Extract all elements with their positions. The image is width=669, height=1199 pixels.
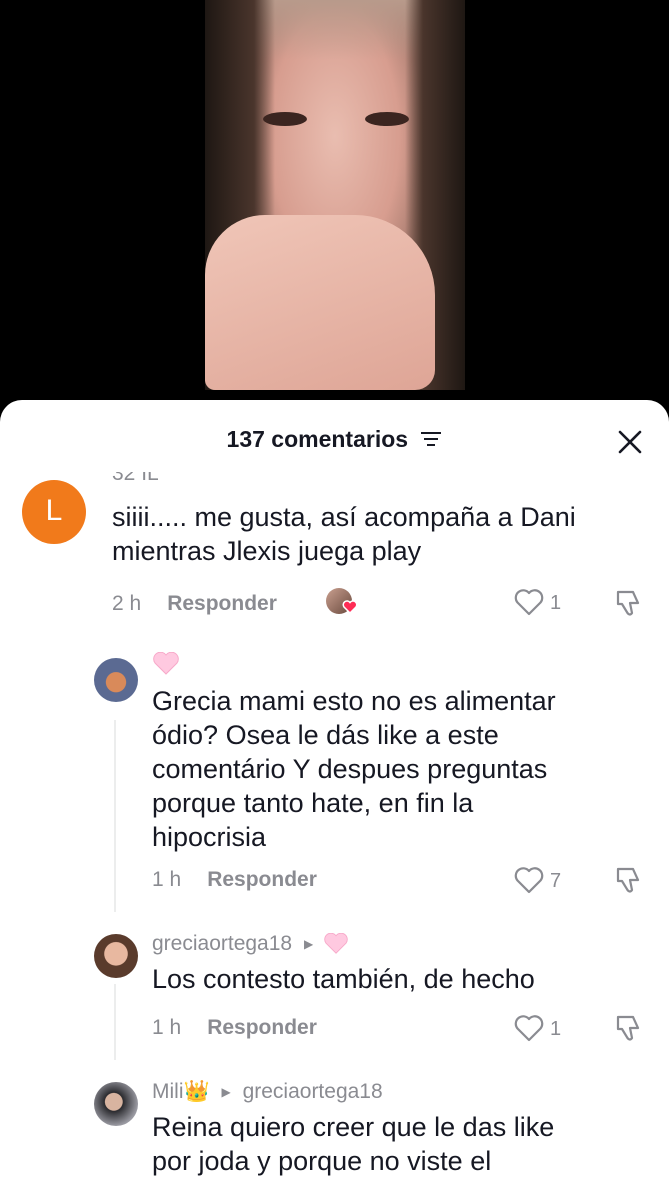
comment-text: Grecia mami esto no es alimentar ódio? O… <box>152 684 556 854</box>
pink-heart-emoji-icon <box>153 652 179 675</box>
dislike-icon[interactable] <box>612 1012 644 1044</box>
comment-count-label: 137 comentarios <box>226 426 409 452</box>
thread-line <box>114 720 116 912</box>
reply-button[interactable]: Responder <box>207 868 317 891</box>
thread-line <box>114 984 116 1060</box>
avatar[interactable] <box>94 1082 138 1126</box>
comment-text-line: siiii..... me gusta, así acompaña a Dani <box>112 502 576 532</box>
triangle-right-icon: ▶ <box>303 937 314 951</box>
heart-icon <box>514 589 544 616</box>
avatar[interactable] <box>94 658 138 702</box>
comment-time: 1 h <box>152 868 182 891</box>
comment-meta: 2 h Responder <box>112 592 277 616</box>
reply-to-username[interactable]: greciaortega18 <box>243 1080 383 1103</box>
comment-text: siiii..... me gusta, así acompaña a Dani… <box>112 500 576 568</box>
comment-username[interactable]: Mili👑 <box>152 1080 210 1103</box>
video-eye-right <box>365 112 409 126</box>
comment-text-line: porque tanto hate, en fin la <box>152 788 474 818</box>
comment-time: 1 h <box>152 1016 182 1039</box>
avatar-letter: L <box>45 494 63 527</box>
comment-text-line: mientras Jlexis juega play <box>112 536 422 566</box>
creator-heart-icon <box>342 600 358 614</box>
pink-heart-emoji-icon <box>324 933 348 955</box>
video-hand <box>205 215 435 390</box>
comment-username-row: greciaortega18 ▶ <box>152 932 349 956</box>
comment-text-line: Los contesto también, de hecho <box>152 964 535 994</box>
comment-username[interactable]: greciaortega18 <box>152 932 292 955</box>
comment-username-cutoff: 32 IL <box>112 472 159 484</box>
like-button[interactable]: 1 <box>514 588 574 618</box>
comment-username-row: Mili👑 ▶ greciaortega18 <box>152 1080 383 1104</box>
comment-text-line: Reina quiero creer que le das like <box>152 1112 555 1142</box>
avatar[interactable]: L <box>22 480 86 544</box>
video-eye-left <box>263 112 307 126</box>
comment-time: 2 h <box>112 592 142 615</box>
comment-text-line: ódio? Osea le dás like a este <box>152 720 499 750</box>
dislike-icon[interactable] <box>612 587 644 619</box>
comments-title: 137 comentarios <box>0 426 669 453</box>
comment-text-line: Grecia mami esto no es alimentar <box>152 686 556 716</box>
video-area[interactable] <box>0 0 669 420</box>
heart-icon <box>514 867 544 894</box>
reply-button[interactable]: Responder <box>167 592 277 615</box>
video-frame[interactable] <box>205 0 465 390</box>
like-button[interactable]: 1 <box>514 1014 574 1044</box>
comment-text-line: hipocrisia <box>152 822 267 852</box>
comment-text-line: comentário Y despues preguntas <box>152 754 548 784</box>
comments-header: 137 comentarios <box>0 400 669 472</box>
comment-text-line: por joda y porque no viste el <box>152 1146 492 1176</box>
like-count: 1 <box>550 1018 562 1040</box>
like-count: 7 <box>550 870 562 892</box>
comment-text: Reina quiero creer que le das like por j… <box>152 1110 554 1178</box>
filter-lines-icon[interactable] <box>420 431 442 447</box>
triangle-right-icon: ▶ <box>221 1085 231 1099</box>
comments-sheet: 137 comentarios 32 IL L siiii..... me gu… <box>0 400 669 1199</box>
dislike-icon[interactable] <box>612 864 644 896</box>
comment-meta: 1 h Responder <box>152 868 317 892</box>
close-icon[interactable] <box>612 424 648 460</box>
reply-button[interactable]: Responder <box>207 1016 317 1039</box>
comment-meta: 1 h Responder <box>152 1016 317 1040</box>
avatar[interactable] <box>94 934 138 978</box>
heart-icon <box>514 1015 544 1042</box>
like-button[interactable]: 7 <box>514 866 574 896</box>
comment-text: Los contesto también, de hecho <box>152 962 535 996</box>
like-count: 1 <box>550 592 562 614</box>
